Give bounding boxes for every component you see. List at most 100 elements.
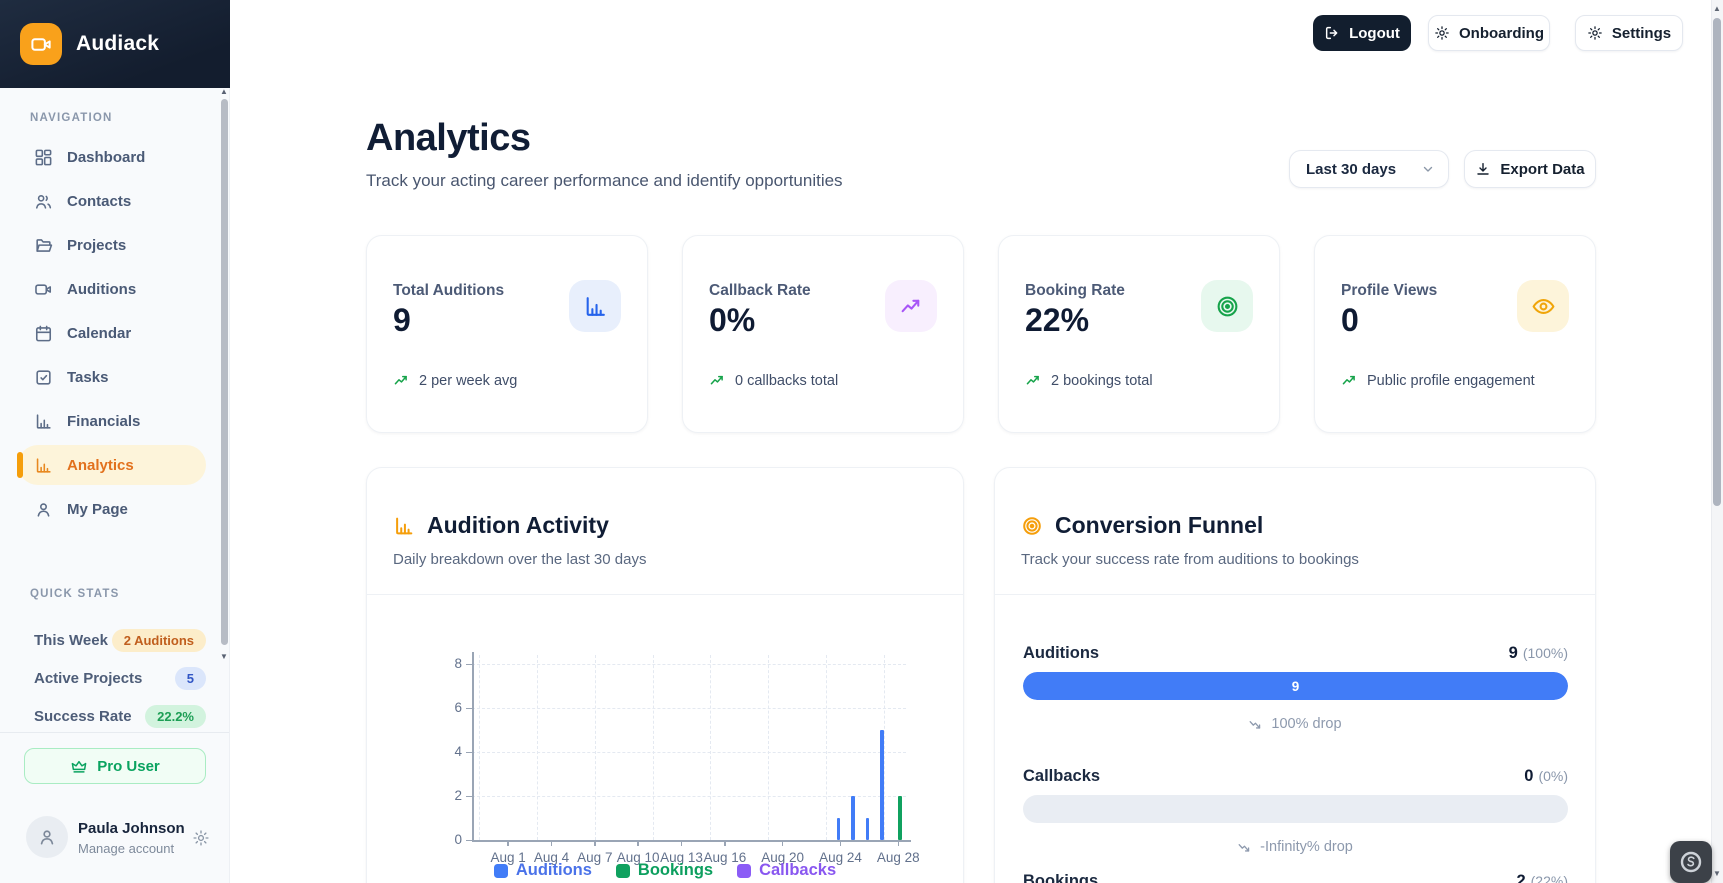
page-subtitle: Track your acting career performance and…: [366, 171, 843, 191]
sidebar-item-dashboard[interactable]: Dashboard: [18, 137, 206, 177]
quick-stat-label: Active Projects: [34, 670, 142, 687]
x-tick: [507, 841, 509, 846]
manage-account-link[interactable]: Manage account: [78, 841, 174, 856]
funnel-stage-value: 0: [1524, 767, 1533, 785]
legend-item-bookings: Bookings: [616, 861, 713, 880]
nav-section-label: NAVIGATION: [30, 112, 113, 124]
y-tick-label: 8: [430, 656, 462, 671]
logout-button[interactable]: Logout: [1313, 15, 1411, 51]
funnel-bar-value: 9: [1292, 679, 1300, 694]
video-camera-icon: [20, 23, 62, 65]
funnel-stage-pct: (0%): [1538, 768, 1568, 784]
target-icon: [1201, 280, 1253, 332]
quick-stat-active-projects: Active Projects 5: [34, 664, 206, 692]
onboarding-label: Onboarding: [1459, 25, 1544, 42]
legend-item-callbacks: Callbacks: [737, 861, 836, 880]
quick-stat-badge: 5: [175, 667, 206, 690]
avatar: [26, 816, 68, 858]
main-scrollbar-thumb[interactable]: [1713, 18, 1721, 506]
trending-down-icon: [1237, 840, 1252, 855]
date-range-select[interactable]: Last 30 days: [1289, 150, 1449, 188]
sidebar-scroll-down-arrow[interactable]: ▼: [219, 652, 229, 662]
sidebar-scroll-up-arrow[interactable]: ▲: [219, 87, 229, 97]
pro-user-button[interactable]: Pro User: [24, 748, 206, 784]
sidebar-item-analytics[interactable]: Analytics: [18, 445, 206, 485]
browser-extension-badge[interactable]: [1670, 841, 1712, 883]
sidebar-item-projects[interactable]: Projects: [18, 225, 206, 265]
quick-stat-label: This Week: [34, 632, 108, 649]
funnel-drop-callbacks: -Infinity% drop: [995, 839, 1595, 855]
gridline-v: [826, 655, 827, 840]
quick-stat-this-week: This Week 2 Auditions: [34, 626, 206, 654]
funnel-stage-label: Auditions: [1023, 644, 1099, 663]
quick-stat-label: Success Rate: [34, 708, 132, 725]
stat-value: 22%: [1025, 302, 1089, 339]
sidebar-item-label: Calendar: [67, 325, 131, 342]
bar-chart-icon: [569, 280, 621, 332]
settings-button[interactable]: Settings: [1575, 15, 1683, 51]
x-tick: [551, 841, 553, 846]
y-tick: [466, 664, 472, 666]
dashboard-grid-icon: [34, 148, 53, 167]
sidebar-item-auditions[interactable]: Auditions: [18, 269, 206, 309]
legend-swatch: [616, 864, 630, 878]
divider: [995, 594, 1595, 595]
sidebar-item-contacts[interactable]: Contacts: [18, 181, 206, 221]
trending-down-icon: [1248, 717, 1263, 732]
funnel-stage-pct: (100%): [1523, 645, 1568, 661]
x-tick: [681, 841, 683, 846]
folder-icon: [34, 236, 53, 255]
sidebar-item-calendar[interactable]: Calendar: [18, 313, 206, 353]
logout-label: Logout: [1349, 25, 1400, 42]
stat-footnote: Public profile engagement: [1341, 372, 1535, 389]
funnel-drop-text: 100% drop: [1271, 716, 1341, 732]
export-data-button[interactable]: Export Data: [1464, 150, 1596, 188]
stat-value: 9: [393, 302, 411, 339]
trending-up-icon: [1341, 372, 1358, 389]
quick-stat-badge: 22.2%: [145, 705, 206, 728]
panel-title: Conversion Funnel: [1021, 512, 1263, 539]
funnel-drop-text: -Infinity% drop: [1260, 839, 1353, 855]
sidebar-item-label: My Page: [67, 501, 128, 518]
pro-user-label: Pro User: [97, 758, 160, 775]
user-name[interactable]: Paula Johnson: [78, 820, 185, 837]
date-range-value: Last 30 days: [1306, 161, 1396, 178]
sidebar-scrollbar-thumb[interactable]: [221, 99, 228, 645]
download-icon: [1475, 161, 1491, 177]
brand: Audiack: [0, 0, 230, 88]
trending-up-icon: [393, 372, 410, 389]
sidebar-item-label: Tasks: [67, 369, 108, 386]
eye-icon: [1517, 280, 1569, 332]
video-camera-icon: [34, 280, 53, 299]
x-tick: [898, 841, 900, 846]
account-settings-gear-icon[interactable]: [192, 829, 210, 852]
stat-label: Booking Rate: [1025, 282, 1125, 300]
extension-logo-icon: [1679, 850, 1703, 874]
person-icon: [34, 500, 53, 519]
funnel-stage-bookings: Bookings 2(22%): [1023, 872, 1568, 883]
sidebar-item-tasks[interactable]: Tasks: [18, 357, 206, 397]
funnel-bar-auditions: 9: [1023, 672, 1568, 700]
people-icon: [34, 192, 53, 211]
logout-icon: [1324, 25, 1340, 41]
scroll-up-arrow[interactable]: ▲: [1711, 4, 1723, 13]
funnel-stage-value: 9: [1509, 644, 1518, 662]
scroll-down-arrow[interactable]: ▼: [1711, 869, 1723, 878]
person-icon: [37, 827, 57, 847]
gridline-v: [595, 655, 596, 840]
onboarding-button[interactable]: Onboarding: [1428, 15, 1550, 51]
stat-label: Total Auditions: [393, 282, 504, 300]
divider: [0, 732, 229, 733]
quick-stats-label: QUICK STATS: [30, 588, 119, 600]
stat-footnote: 2 bookings total: [1025, 372, 1153, 389]
funnel-drop-auditions: 100% drop: [995, 716, 1595, 732]
funnel-stage-label: Callbacks: [1023, 767, 1100, 786]
x-axis: [472, 840, 911, 842]
sidebar-item-my-page[interactable]: My Page: [18, 489, 206, 529]
panel-title-text: Conversion Funnel: [1055, 512, 1263, 539]
chart-bar-auditions: [851, 796, 855, 840]
sidebar-item-financials[interactable]: Financials: [18, 401, 206, 441]
chart-legend: AuditionsBookingsCallbacks: [367, 861, 963, 880]
panel-subtitle: Track your success rate from auditions t…: [1021, 551, 1359, 568]
stat-value: 0%: [709, 302, 755, 339]
